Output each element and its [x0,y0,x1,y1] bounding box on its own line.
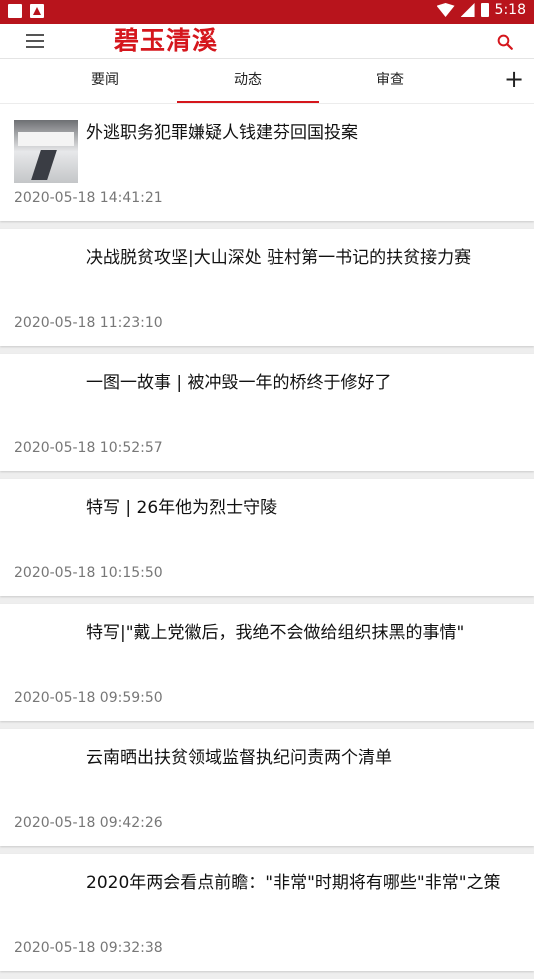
news-time: 2020-05-18 09:59:50 [14,690,163,706]
news-thumbnail [14,120,78,183]
news-time: 2020-05-18 14:41:21 [14,190,163,206]
news-card[interactable]: 决战脱贫攻坚|大山深处 驻村第一书记的扶贫接力赛 2020-05-18 11:2… [0,229,534,346]
category-tabs: 要闻 动态 审查 + [0,58,534,103]
notification-icons [8,4,44,18]
news-time: 2020-05-18 09:42:26 [14,815,163,831]
news-title: 云南晒出扶贫领域监督执纪问责两个清单 [86,748,392,768]
app-logo: 碧玉清溪 [114,26,219,55]
news-title: 特写|"戴上党徽后，我绝不会做给组织抹黑的事情" [86,623,465,643]
app-bar: 碧玉清溪 [0,24,534,58]
news-card[interactable]: 特写|"戴上党徽后，我绝不会做给组织抹黑的事情" 2020-05-18 09:5… [0,604,534,721]
news-feed: 外逃职务犯罪嫌疑人钱建芬回国投案 2020-05-18 14:41:21 决战脱… [0,104,534,979]
hamburger-menu-icon[interactable] [26,34,44,48]
news-time: 2020-05-18 11:23:10 [14,315,163,331]
add-tab-button[interactable]: + [504,67,524,91]
news-title: 一图一故事 | 被冲毁一年的桥终于修好了 [86,373,392,393]
news-card[interactable]: 云南晒出扶贫领域监督执纪问责两个清单 2020-05-18 09:42:26 [0,729,534,846]
news-time: 2020-05-18 09:32:38 [14,940,163,956]
tab-headlines[interactable]: 要闻 [34,59,176,103]
news-time: 2020-05-18 10:15:50 [14,565,163,581]
search-icon[interactable] [496,33,514,51]
battery-icon [480,3,489,17]
notification-app-icon [30,4,44,18]
news-time: 2020-05-18 10:52:57 [14,440,163,456]
tab-updates[interactable]: 动态 [177,59,319,103]
news-title: 特写 | 26年他为烈士守陵 [86,498,278,518]
news-card[interactable]: 外逃职务犯罪嫌疑人钱建芬回国投案 2020-05-18 14:41:21 [0,104,534,221]
news-title: 外逃职务犯罪嫌疑人钱建芬回国投案 [86,123,358,143]
news-title: 2020年两会看点前瞻："非常"时期将有哪些"非常"之策 [86,873,501,893]
signal-icon [460,3,475,17]
status-time: 5:18 [494,2,526,18]
status-bar: 5:18 [0,0,534,24]
news-card[interactable]: 一图一故事 | 被冲毁一年的桥终于修好了 2020-05-18 10:52:57 [0,354,534,471]
news-card[interactable]: 特写 | 26年他为烈士守陵 2020-05-18 10:15:50 [0,479,534,596]
news-card[interactable]: 2020年两会看点前瞻："非常"时期将有哪些"非常"之策 2020-05-18 … [0,854,534,971]
status-right: 5:18 [436,2,526,18]
news-title: 决战脱贫攻坚|大山深处 驻村第一书记的扶贫接力赛 [86,248,472,268]
wifi-icon [436,3,455,17]
notification-square-icon [8,4,22,18]
tab-review[interactable]: 审查 [319,59,461,103]
